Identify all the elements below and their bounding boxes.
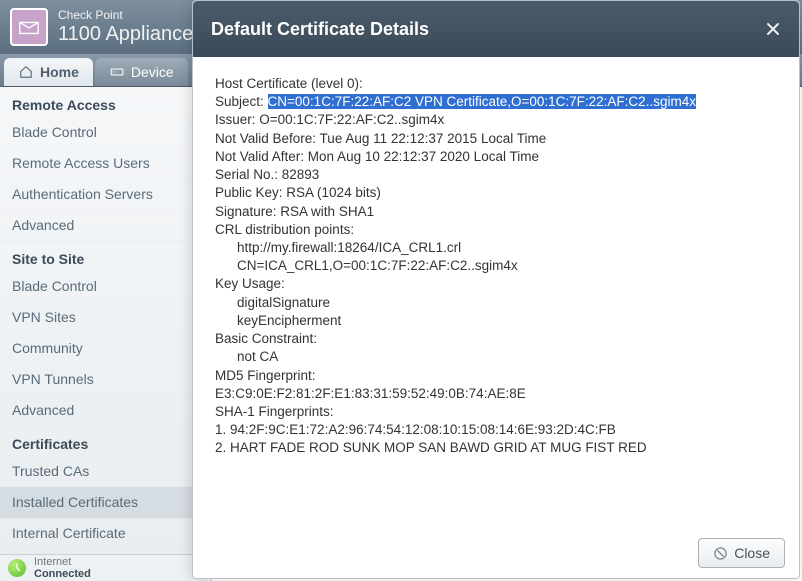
cert-sha-head: SHA-1 Fingerprints: bbox=[215, 403, 777, 421]
cert-key-usage-2: keyEncipherment bbox=[215, 312, 777, 330]
cert-not-valid-before: Not Valid Before: Tue Aug 11 22:12:37 20… bbox=[215, 130, 777, 148]
cert-key-usage-1: digitalSignature bbox=[215, 294, 777, 312]
cert-subject-line: Subject: CN=00:1C:7F:22:AF:C2 VPN Certif… bbox=[215, 93, 777, 111]
cert-crl-dn: CN=ICA_CRL1,O=00:1C:7F:22:AF:C2..sgim4x bbox=[215, 257, 777, 275]
cert-md5-head: MD5 Fingerprint: bbox=[215, 367, 777, 385]
cert-level: Host Certificate (level 0): bbox=[215, 75, 777, 93]
cert-signature: Signature: RSA with SHA1 bbox=[215, 203, 777, 221]
modal-body: Host Certificate (level 0): Subject: CN=… bbox=[193, 57, 799, 528]
close-button[interactable]: Close bbox=[698, 538, 785, 568]
cert-key-usage-head: Key Usage: bbox=[215, 275, 777, 293]
cert-subject-label: Subject: bbox=[215, 94, 268, 109]
cert-basic-constraint-head: Basic Constraint: bbox=[215, 330, 777, 348]
certificate-details-modal: Default Certificate Details Host Certifi… bbox=[192, 0, 800, 579]
close-icon[interactable] bbox=[765, 21, 781, 37]
close-button-label: Close bbox=[734, 545, 770, 561]
cert-serial: Serial No.: 82893 bbox=[215, 166, 777, 184]
cert-subject-value[interactable]: CN=00:1C:7F:22:AF:C2 VPN Certificate,O=0… bbox=[268, 94, 696, 109]
modal-header: Default Certificate Details bbox=[193, 1, 799, 57]
modal-title: Default Certificate Details bbox=[211, 19, 429, 40]
cert-issuer: Issuer: O=00:1C:7F:22:AF:C2..sgim4x bbox=[215, 111, 777, 129]
modal-footer: Close bbox=[193, 528, 799, 578]
cert-basic-constraint-value: not CA bbox=[215, 348, 777, 366]
cert-md5-value: E3:C9:0E:F2:81:2F:E1:83:31:59:52:49:0B:7… bbox=[215, 385, 777, 403]
cert-crl-url: http://my.firewall:18264/ICA_CRL1.crl bbox=[215, 239, 777, 257]
cert-sha-2: 2. HART FADE ROD SUNK MOP SAN BAWD GRID … bbox=[215, 439, 777, 457]
cert-not-valid-after: Not Valid After: Mon Aug 10 22:12:37 202… bbox=[215, 148, 777, 166]
cert-crl-head: CRL distribution points: bbox=[215, 221, 777, 239]
cancel-icon bbox=[713, 546, 728, 561]
cert-public-key: Public Key: RSA (1024 bits) bbox=[215, 184, 777, 202]
cert-sha-1: 1. 94:2F:9C:E1:72:A2:96:74:54:12:08:10:1… bbox=[215, 421, 777, 439]
